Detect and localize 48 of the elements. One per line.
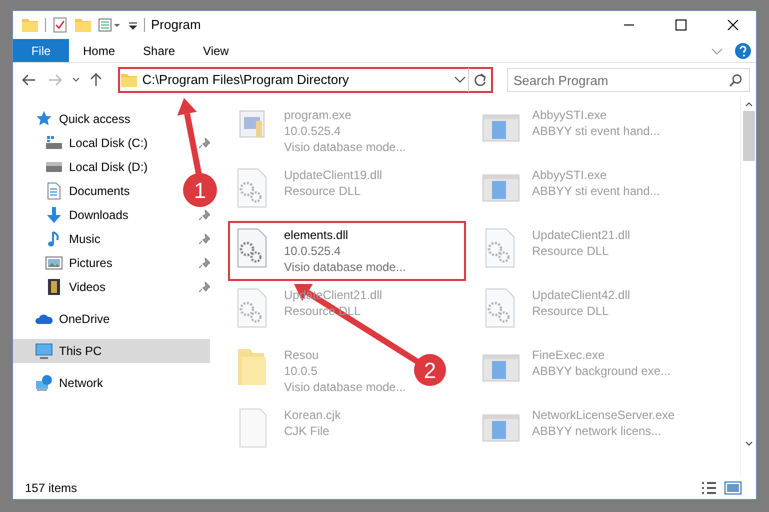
up-arrow-icon bbox=[90, 73, 102, 87]
sidebar-item[interactable]: Videos bbox=[13, 275, 112, 299]
search-field[interactable]: Search Program bbox=[506, 68, 750, 92]
address-bar[interactable]: C:\Program Files\Program Directory bbox=[118, 67, 492, 93]
sidebar-item[interactable]: OneDrive bbox=[13, 307, 116, 331]
pin-icon[interactable] bbox=[199, 138, 210, 148]
forward-arrow-icon bbox=[48, 74, 62, 86]
sidebar-item[interactable]: Downloads bbox=[13, 203, 134, 227]
ribbon-tab[interactable]: Home bbox=[69, 39, 130, 62]
document-icon bbox=[45, 182, 63, 200]
details-view-icon[interactable] bbox=[700, 480, 718, 496]
pin-icon[interactable] bbox=[199, 210, 210, 220]
sidebar-item[interactable]: Local Disk (D:) bbox=[13, 155, 154, 179]
ribbon-tab[interactable]: View bbox=[189, 39, 243, 62]
pin-icon[interactable] bbox=[199, 258, 210, 268]
star-icon bbox=[35, 110, 53, 128]
pin-icon[interactable] bbox=[199, 234, 210, 244]
close-icon bbox=[727, 19, 739, 31]
drive-icon bbox=[45, 134, 63, 152]
step-badge: 2 bbox=[414, 354, 446, 386]
film-icon bbox=[45, 278, 63, 296]
large-icons-view-icon[interactable] bbox=[724, 480, 742, 496]
chevron-down-icon bbox=[72, 77, 80, 83]
window-title: Program bbox=[151, 16, 201, 34]
search-icon[interactable] bbox=[729, 73, 743, 87]
file-menu-button[interactable]: File bbox=[13, 39, 69, 62]
maximize-icon bbox=[675, 19, 687, 31]
sidebar-item[interactable]: Network bbox=[13, 371, 110, 395]
sidebar-item[interactable]: Local Disk (C:) bbox=[13, 131, 154, 155]
pin-icon[interactable] bbox=[199, 282, 210, 292]
download-icon bbox=[45, 206, 63, 224]
back-arrow-icon bbox=[22, 74, 36, 86]
sidebar-item[interactable]: Music bbox=[13, 227, 106, 251]
checklist-icon[interactable] bbox=[52, 16, 68, 34]
step-badge: 1 bbox=[183, 173, 217, 207]
ribbon-tab[interactable]: Share bbox=[129, 39, 190, 62]
scrollbar-thumb[interactable] bbox=[742, 111, 754, 161]
computer-icon bbox=[35, 342, 53, 360]
network-icon bbox=[35, 374, 53, 392]
file-item[interactable]: elements.dll 10.0.525.4 Visio database mode... bbox=[228, 221, 466, 281]
pictures-icon bbox=[45, 254, 63, 272]
folder-icon bbox=[120, 71, 138, 89]
sidebar-item[interactable]: Documents bbox=[13, 179, 136, 203]
sidebar-item[interactable]: This PC bbox=[13, 339, 210, 363]
properties-icon[interactable] bbox=[98, 16, 122, 34]
item-count: 157 items bbox=[25, 480, 78, 497]
sidebar-item[interactable]: Pictures bbox=[13, 251, 118, 275]
sidebar-item[interactable]: Quick access bbox=[13, 107, 136, 131]
